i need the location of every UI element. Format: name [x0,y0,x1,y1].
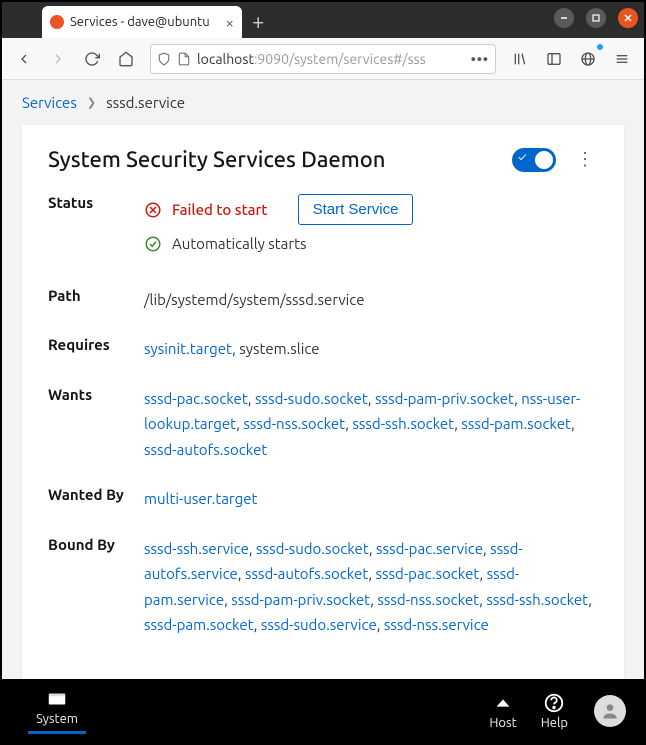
page-info-icon[interactable] [177,52,191,66]
wantedby-label: Wanted By [48,486,144,512]
menu-button[interactable] [608,45,636,73]
user-icon [600,701,620,721]
check-circle-icon [144,235,162,253]
unit-link[interactable]: sssd-autofs.socket [144,441,267,458]
requires-label: Requires [48,336,144,362]
unit-link[interactable]: sssd-nss.service [384,616,489,633]
window-maximize-button[interactable] [586,8,606,28]
nav-help-label: Help [541,716,568,730]
unit-link[interactable]: sssd-sudo.socket [255,390,368,407]
window-close-button[interactable] [618,8,638,28]
wants-list: sssd-pac.socket, sssd-sudo.socket, sssd-… [144,386,598,463]
unit-link[interactable]: sssd-ssh.service [144,540,249,557]
unit-link[interactable]: sssd-pam.socket [461,415,571,432]
tab-title: Services - dave@ubuntu [70,15,220,29]
unit-link[interactable]: sssd-pac.service [376,540,483,557]
nav-reload-button[interactable] [78,45,106,73]
unit-link[interactable]: sssd-pam.socket [144,616,254,633]
path-value: /lib/systemd/system/sssd.service [144,287,598,313]
server-icon [46,688,68,710]
start-service-button[interactable]: Start Service [298,194,414,225]
service-enable-toggle[interactable] [512,148,556,172]
page-content[interactable]: Services ❯ sssd.service System Security … [2,80,644,679]
nav-system[interactable]: System [20,688,94,734]
nav-system-label: System [36,712,78,726]
cockpit-bottombar: System Host Help [2,679,644,743]
kebab-menu-icon[interactable]: ⋮ [572,149,598,170]
status-label: Status [48,194,144,263]
wantedby-list: multi-user.target [144,486,598,512]
nav-forward-button[interactable] [44,45,72,73]
help-icon [543,692,565,714]
unit-link[interactable]: sssd-ssh.socket [486,591,588,608]
chevron-right-icon: ❯ [87,96,96,109]
unit-link[interactable]: sssd-sudo.service [261,616,377,633]
nav-help[interactable]: Help [533,692,576,730]
nav-host-label: Host [489,716,516,730]
unit-link[interactable]: sssd-nss.socket [377,591,479,608]
unit-text: system.slice [239,340,319,357]
user-avatar[interactable] [594,695,626,727]
status-auto-text: Automatically starts [172,231,306,257]
browser-tab[interactable]: Services - dave@ubuntu × [42,6,242,38]
boundby-list: sssd-ssh.service, sssd-sudo.socket, sssd… [144,536,598,638]
page-actions-icon[interactable]: ••• [471,51,489,67]
unit-link[interactable]: sssd-autofs.socket [245,565,368,582]
chevron-up-icon [492,692,514,714]
breadcrumb-current: sssd.service [106,94,185,111]
status-failed-text: Failed to start [172,197,268,223]
new-tab-button[interactable]: + [252,9,264,34]
browser-toolbar: localhost:9090/system/services#/sss ••• [2,38,644,80]
error-icon [144,201,162,219]
nav-home-button[interactable] [112,45,140,73]
unit-link[interactable]: sssd-pac.socket [144,390,248,407]
service-card: System Security Services Daemon ⋮ Status… [22,125,624,679]
window-controls [554,8,638,28]
requires-list: sysinit.target, system.slice [144,336,598,362]
tab-close-icon[interactable]: × [226,14,234,31]
url-bar[interactable]: localhost:9090/system/services#/sss ••• [150,44,496,74]
sidebar-button[interactable] [540,45,568,73]
nav-host[interactable]: Host [481,692,524,730]
boundby-label: Bound By [48,536,144,638]
window-minimize-button[interactable] [554,8,574,28]
unit-link[interactable]: sssd-pam-priv.socket [231,591,370,608]
unit-link[interactable]: sssd-sudo.socket [256,540,369,557]
nav-back-button[interactable] [10,45,38,73]
wants-label: Wants [48,386,144,463]
unit-link[interactable]: multi-user.target [144,490,257,507]
shield-icon [157,52,171,66]
breadcrumb-root-link[interactable]: Services [22,94,77,111]
path-label: Path [48,287,144,313]
unit-link[interactable]: sssd-pam-priv.socket [375,390,514,407]
unit-link[interactable]: sssd-pac.socket [376,565,480,582]
window-tabstrip: Services - dave@ubuntu × + [2,2,644,38]
unit-link[interactable]: sssd-ssh.socket [352,415,454,432]
url-text: localhost:9090/system/services#/sss [197,51,426,67]
unit-link[interactable]: sysinit.target [144,340,232,357]
profile-button[interactable] [574,45,602,73]
library-button[interactable] [506,45,534,73]
page-title: System Security Services Daemon [48,147,496,172]
unit-link[interactable]: sssd-nss.socket [243,415,345,432]
breadcrumb: Services ❯ sssd.service [2,80,644,125]
tab-favicon-icon [50,15,64,29]
